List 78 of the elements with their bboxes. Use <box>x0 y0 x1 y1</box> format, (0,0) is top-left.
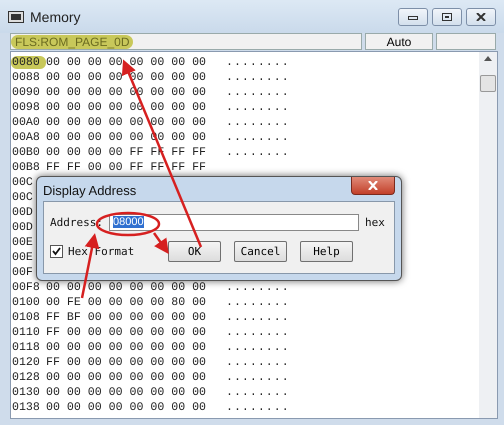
address-value: 08000 <box>112 216 144 228</box>
address-text: 0088 <box>11 71 41 84</box>
address-text: 00C <box>11 191 34 204</box>
dialog-title: Display Address <box>43 183 136 198</box>
check-icon <box>52 246 61 256</box>
hex-bytes: 00 00 00 00 00 00 00 00 <box>46 56 208 69</box>
maximize-icon <box>442 12 452 20</box>
checkbox-label: Hex Format <box>68 244 134 258</box>
address-text: 0108 <box>11 311 41 324</box>
ascii-text: ........ <box>226 146 290 159</box>
unit-label: hex <box>364 216 385 228</box>
close-icon <box>476 12 486 20</box>
ascii-text: ........ <box>226 311 290 324</box>
address-text: 0090 <box>11 86 41 99</box>
hex-bytes: 00 00 00 00 00 00 00 00 <box>46 386 208 399</box>
ascii-text: ........ <box>226 296 290 309</box>
dialog-button[interactable]: OK <box>168 240 221 262</box>
hex-bytes: FF FF 00 00 FF FF FF FF <box>46 161 208 174</box>
address-text: 00A0 <box>11 116 41 129</box>
address-text: 00D <box>11 206 34 219</box>
minimize-icon <box>408 14 418 20</box>
hex-bytes: 00 00 00 00 00 00 00 00 <box>46 371 208 384</box>
ascii-text: ........ <box>226 56 290 69</box>
address-text: 00F8 <box>11 281 41 294</box>
dialog-button[interactable]: Cancel <box>234 240 287 262</box>
ascii-text: ........ <box>226 131 290 144</box>
ascii-text: ........ <box>226 401 290 414</box>
ascii-text: ........ <box>226 71 290 84</box>
memory-chip-icon <box>8 10 24 22</box>
address-text: 0120 <box>11 356 41 369</box>
address-text: 00D <box>11 221 34 234</box>
ascii-text: ........ <box>226 86 290 99</box>
ascii-text: ........ <box>226 371 290 384</box>
hex-bytes: FF BF 00 00 00 00 00 00 <box>46 311 208 324</box>
address-text: 00E <box>11 251 34 264</box>
hex-bytes: 00 00 00 00 00 00 00 00 <box>46 281 208 294</box>
address-input[interactable]: 08000 <box>108 214 359 230</box>
ascii-text: ........ <box>226 386 290 399</box>
address-text: 00C <box>11 176 34 189</box>
address-text: 00B8 <box>11 161 41 174</box>
address-text: 0100 <box>11 296 41 309</box>
ascii-text: ........ <box>226 341 290 354</box>
address-text: 00B0 <box>11 146 41 159</box>
dialog-button[interactable]: Help <box>300 240 353 262</box>
mode-field[interactable]: Auto <box>365 33 433 50</box>
ascii-text: ........ <box>226 101 290 114</box>
address-text: 00E <box>11 236 34 249</box>
address-text: 0130 <box>11 386 41 399</box>
window-title: Memory <box>30 8 81 24</box>
address-text: 0110 <box>11 326 41 339</box>
address-text: 0138 <box>11 401 41 414</box>
close-icon <box>368 181 378 190</box>
ascii-text: ........ <box>226 326 290 339</box>
ascii-text: ........ <box>226 116 290 129</box>
ascii-text: ........ <box>226 281 290 294</box>
hex-bytes: 00 FE 00 00 00 00 80 00 <box>46 296 208 309</box>
scroll-thumb[interactable] <box>480 75 496 92</box>
hex-format-checkbox[interactable] <box>50 244 63 258</box>
hex-bytes: 00 00 00 00 00 00 00 00 <box>46 401 208 414</box>
minimize-button[interactable] <box>398 8 428 26</box>
dialog-close-button[interactable] <box>351 177 395 195</box>
hex-bytes: FF 00 00 00 00 00 00 00 <box>46 356 208 369</box>
hex-bytes: 00 00 00 00 00 00 00 00 <box>46 341 208 354</box>
close-button[interactable] <box>466 8 496 26</box>
maximize-button[interactable] <box>432 8 462 26</box>
hex-bytes: 00 00 00 00 00 00 00 00 <box>46 116 208 129</box>
scrollbar[interactable] <box>479 52 497 418</box>
address-text: 00F <box>11 266 34 279</box>
address-text: 00A8 <box>11 131 41 144</box>
address-text: 0080 <box>11 56 46 69</box>
location-text: FLS:ROM_PAGE_0D <box>11 34 134 48</box>
scroll-up-icon[interactable] <box>484 56 492 61</box>
empty-field[interactable] <box>436 33 496 50</box>
address-text: 0098 <box>11 101 41 114</box>
address-text: 0118 <box>11 341 41 354</box>
address-text: 0128 <box>11 371 41 384</box>
ascii-text: ........ <box>226 356 290 369</box>
hex-bytes: FF 00 00 00 00 00 00 00 <box>46 326 208 339</box>
